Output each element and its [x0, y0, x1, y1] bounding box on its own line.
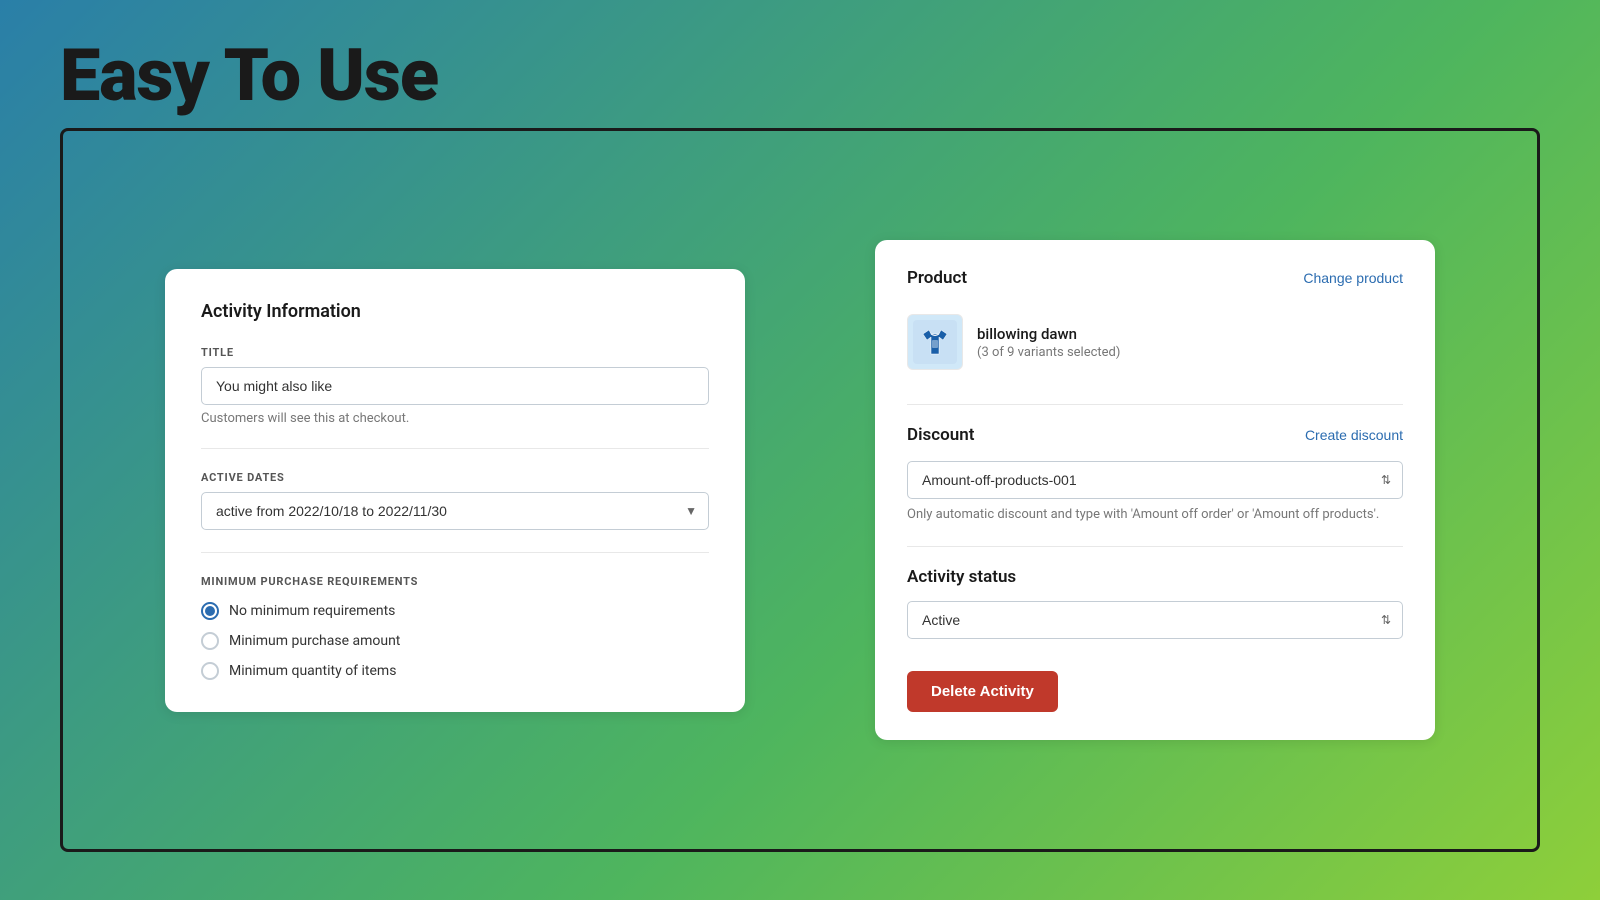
product-section-title: Product: [907, 268, 967, 288]
dates-select-wrapper: active from 2022/10/18 to 2022/11/30 ▼: [201, 492, 709, 530]
section-divider-2: [907, 546, 1403, 547]
radio-circle-no-minimum: [201, 602, 219, 620]
radio-label-no-minimum: No minimum requirements: [229, 603, 395, 619]
discount-select[interactable]: Amount-off-products-001: [907, 461, 1403, 499]
activity-information-card: Activity Information TITLE Customers wil…: [165, 269, 745, 712]
product-name: billowing dawn: [977, 325, 1120, 343]
content-area: Activity Information TITLE Customers wil…: [60, 128, 1540, 852]
discount-section-header: Discount Create discount: [907, 425, 1403, 445]
divider-1: [201, 448, 709, 449]
discount-section-title: Discount: [907, 425, 974, 445]
activity-status-section: Activity status Active Inactive ⇅: [907, 567, 1403, 639]
discount-select-wrapper: Amount-off-products-001 ⇅: [907, 461, 1403, 499]
discount-section: Discount Create discount Amount-off-prod…: [907, 425, 1403, 522]
min-req-label: MINIMUM PURCHASE REQUIREMENTS: [201, 575, 709, 588]
radio-item-min-quantity[interactable]: Minimum quantity of items: [201, 662, 709, 680]
discount-hint: Only automatic discount and type with 'A…: [907, 507, 1403, 522]
delete-activity-button[interactable]: Delete Activity: [907, 671, 1058, 712]
radio-label-min-purchase: Minimum purchase amount: [229, 633, 400, 649]
product-section: Product Change product: [907, 268, 1403, 380]
left-card-title: Activity Information: [201, 301, 709, 322]
radio-circle-min-quantity: [201, 662, 219, 680]
product-section-header: Product Change product: [907, 268, 1403, 288]
title-input[interactable]: [201, 367, 709, 405]
create-discount-button[interactable]: Create discount: [1305, 427, 1403, 443]
jersey-icon: [913, 320, 957, 364]
change-product-button[interactable]: Change product: [1303, 270, 1403, 286]
section-divider-1: [907, 404, 1403, 405]
radio-circle-min-purchase: [201, 632, 219, 650]
product-info: billowing dawn (3 of 9 variants selected…: [977, 325, 1120, 360]
status-select[interactable]: Active Inactive: [907, 601, 1403, 639]
title-helper-text: Customers will see this at checkout.: [201, 411, 709, 426]
page-title: Easy To Use: [60, 33, 438, 118]
status-select-wrapper: Active Inactive ⇅: [907, 601, 1403, 639]
product-discount-card: Product Change product: [875, 240, 1435, 740]
radio-group: No minimum requirements Minimum purchase…: [201, 602, 709, 680]
radio-item-no-minimum[interactable]: No minimum requirements: [201, 602, 709, 620]
product-variants: (3 of 9 variants selected): [977, 345, 1120, 360]
dates-select[interactable]: active from 2022/10/18 to 2022/11/30: [201, 492, 709, 530]
status-section-title: Activity status: [907, 567, 1403, 587]
radio-label-min-quantity: Minimum quantity of items: [229, 663, 396, 679]
radio-item-min-purchase[interactable]: Minimum purchase amount: [201, 632, 709, 650]
divider-2: [201, 552, 709, 553]
dates-label: ACTIVE DATES: [201, 471, 709, 484]
product-thumbnail: [907, 314, 963, 370]
product-row: billowing dawn (3 of 9 variants selected…: [907, 304, 1403, 380]
title-label: TITLE: [201, 346, 709, 359]
